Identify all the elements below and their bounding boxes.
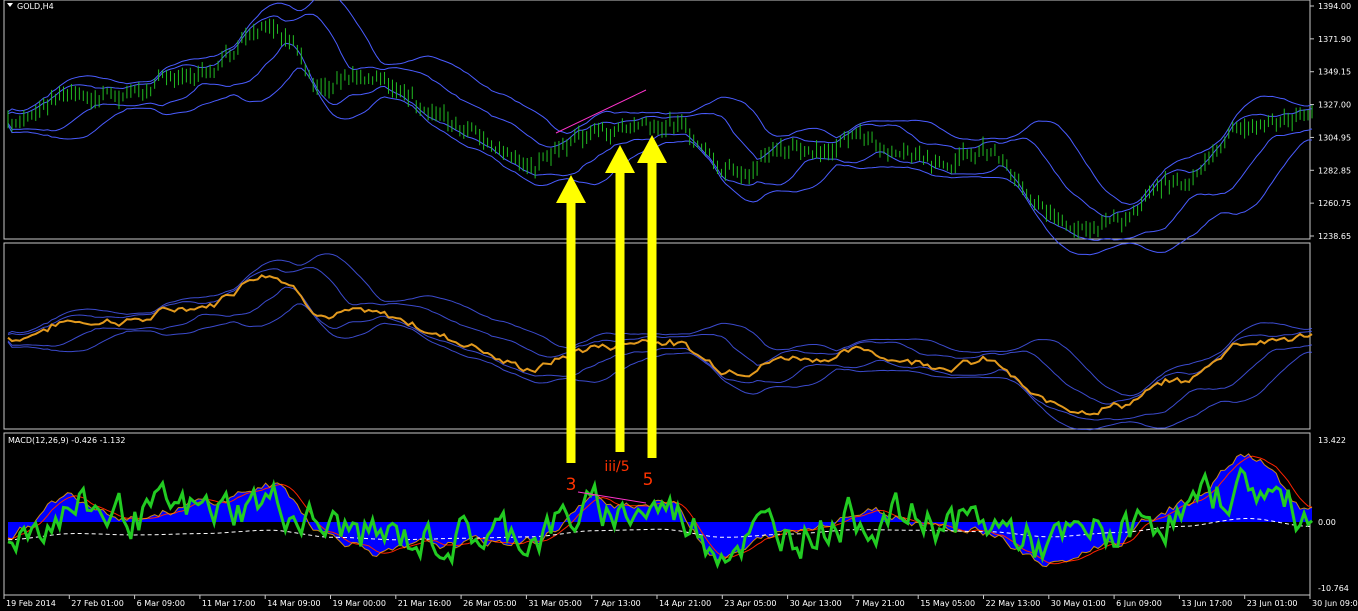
price-tick-label: 1260.75 bbox=[1318, 199, 1351, 208]
price-tick-label: 1304.95 bbox=[1318, 133, 1351, 142]
macd-tick-label: 13.422 bbox=[1318, 436, 1346, 445]
time-tick-label: 26 Mar 05:00 bbox=[463, 599, 516, 607]
time-tick-label: 27 Feb 01:00 bbox=[71, 599, 123, 607]
time-tick-label: 6 Mar 09:00 bbox=[137, 599, 185, 607]
time-tick-label: 7 Apr 13:00 bbox=[594, 599, 641, 607]
wave-label-3: 3 bbox=[566, 475, 577, 495]
price-tick-label: 1282.85 bbox=[1318, 166, 1351, 175]
price-tick-label: 1327.00 bbox=[1318, 101, 1351, 110]
time-tick-label: 19 Feb 2014 bbox=[6, 599, 56, 607]
macd-label: MACD(12,26,9) -0.426 -1.132 bbox=[8, 436, 125, 445]
macd-tick-label: 0.00 bbox=[1318, 518, 1336, 527]
time-tick-label: 6 Jun 09:00 bbox=[1116, 599, 1162, 607]
price-tick-label: 1394.00 bbox=[1318, 2, 1351, 11]
price-tick-label: 1238.65 bbox=[1318, 232, 1351, 241]
time-tick-label: 11 Mar 17:00 bbox=[202, 599, 255, 607]
time-tick-label: 22 May 13:00 bbox=[986, 599, 1041, 607]
time-tick-label: 13 Jun 17:00 bbox=[1181, 599, 1232, 607]
macd-tick-label: -10.764 bbox=[1318, 584, 1349, 593]
time-tick-label: 30 Apr 13:00 bbox=[790, 599, 842, 607]
time-tick-label: 31 Mar 05:00 bbox=[528, 599, 581, 607]
wave-label-iii5: iii/5 bbox=[604, 459, 629, 475]
time-tick-label: 7 May 21:00 bbox=[855, 599, 905, 607]
symbol-title[interactable]: GOLD,H4 bbox=[17, 2, 54, 11]
time-tick-label: 30 May 01:00 bbox=[1051, 599, 1106, 607]
time-tick-label: 21 Mar 16:00 bbox=[398, 599, 451, 607]
price-tick-label: 1371.90 bbox=[1318, 35, 1351, 44]
time-tick-label: 19 Mar 00:00 bbox=[333, 599, 386, 607]
price-tick-label: 1349.15 bbox=[1318, 68, 1351, 77]
wave-label-5: 5 bbox=[643, 470, 654, 490]
gold-h4-chart[interactable]: 1394.00 1371.90 1349.15 1327.00 1304.95 1282.… bbox=[0, 0, 1358, 608]
time-tick-label: 23 Apr 05:00 bbox=[724, 599, 776, 607]
time-tick-label: 14 Apr 21:00 bbox=[659, 599, 711, 607]
time-tick-label: 15 May 05:00 bbox=[920, 599, 975, 607]
time-tick-label: 23 Jun 01:00 bbox=[1247, 599, 1298, 607]
time-tick-label: 30 Jun 09:00 bbox=[1312, 599, 1358, 607]
time-tick-label: 14 Mar 09:00 bbox=[267, 599, 320, 607]
chart-root: 1394.00 1371.90 1349.15 1327.00 1304.95 1282.… bbox=[0, 0, 1358, 608]
